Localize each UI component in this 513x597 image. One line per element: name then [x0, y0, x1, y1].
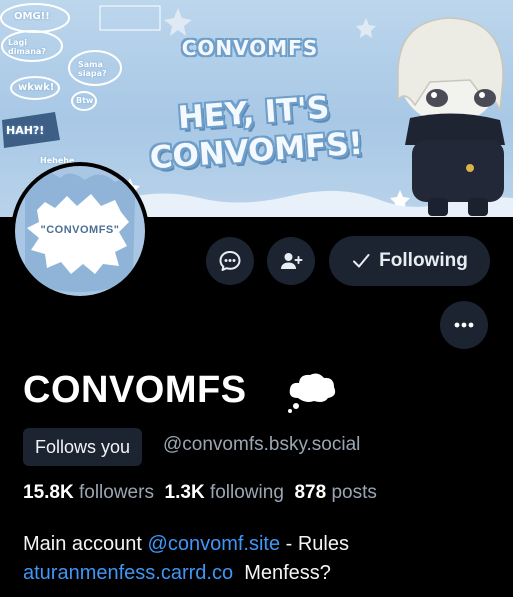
ellipsis-icon	[454, 322, 474, 328]
following-label: following	[209, 482, 284, 503]
doodle-text: Lagi dimana?	[8, 38, 46, 56]
more-options-button[interactable]	[440, 301, 488, 349]
bio-mention-link[interactable]: @convomf.site	[148, 533, 281, 555]
bio-url-link[interactable]: aturanmenfess.carrd.co	[23, 562, 233, 584]
posts-label: posts	[331, 482, 377, 503]
avatar[interactable]: "CONVOMFS"	[11, 162, 149, 300]
chat-bubble-icon	[219, 251, 241, 271]
bio-text: - Rules	[280, 533, 349, 555]
banner-logo-text: CONVOMFS	[181, 36, 319, 60]
followers-count: 15.8K	[23, 482, 74, 503]
checkmark-icon	[353, 254, 370, 268]
profile-bio: Main account @convomf.site - Rules aturan…	[23, 530, 493, 588]
display-name: CONVOMFS	[23, 369, 247, 411]
profile-stats: 15.8K followers 1.3K following 878 posts	[23, 482, 377, 504]
doodle-text: OMG!!	[14, 11, 50, 22]
add-user-icon	[281, 253, 303, 269]
posts-count: 878	[294, 482, 327, 503]
add-user-button[interactable]	[267, 237, 315, 285]
bio-text: Main account	[23, 533, 148, 555]
doodle-text: wkwk!	[18, 82, 55, 93]
following-stat[interactable]: 1.3K following	[165, 482, 284, 503]
follows-you-badge: Follows you	[23, 428, 143, 466]
avatar-image: "CONVOMFS"	[15, 166, 145, 296]
following-button-label: Following	[379, 250, 468, 271]
following-count: 1.3K	[164, 482, 205, 503]
followers-label: followers	[78, 482, 154, 503]
following-button[interactable]: Following	[329, 236, 490, 286]
avatar-text: "CONVOMFS"	[40, 224, 120, 236]
thought-balloon-icon	[288, 373, 336, 413]
doodle-text: Sama siapa?	[78, 60, 107, 78]
user-handle[interactable]: @convomfs.bsky.social	[163, 434, 360, 456]
banner-headline: HEY, IT'S CONVOMFS!	[138, 86, 373, 178]
message-button[interactable]	[206, 237, 254, 285]
doodle-text: Btw	[76, 96, 94, 105]
bio-text: Menfess?	[233, 562, 331, 584]
doodle-text: HAH?!	[6, 124, 45, 137]
followers-stat[interactable]: 15.8K followers	[23, 482, 154, 503]
posts-stat: 878 posts	[294, 482, 376, 503]
